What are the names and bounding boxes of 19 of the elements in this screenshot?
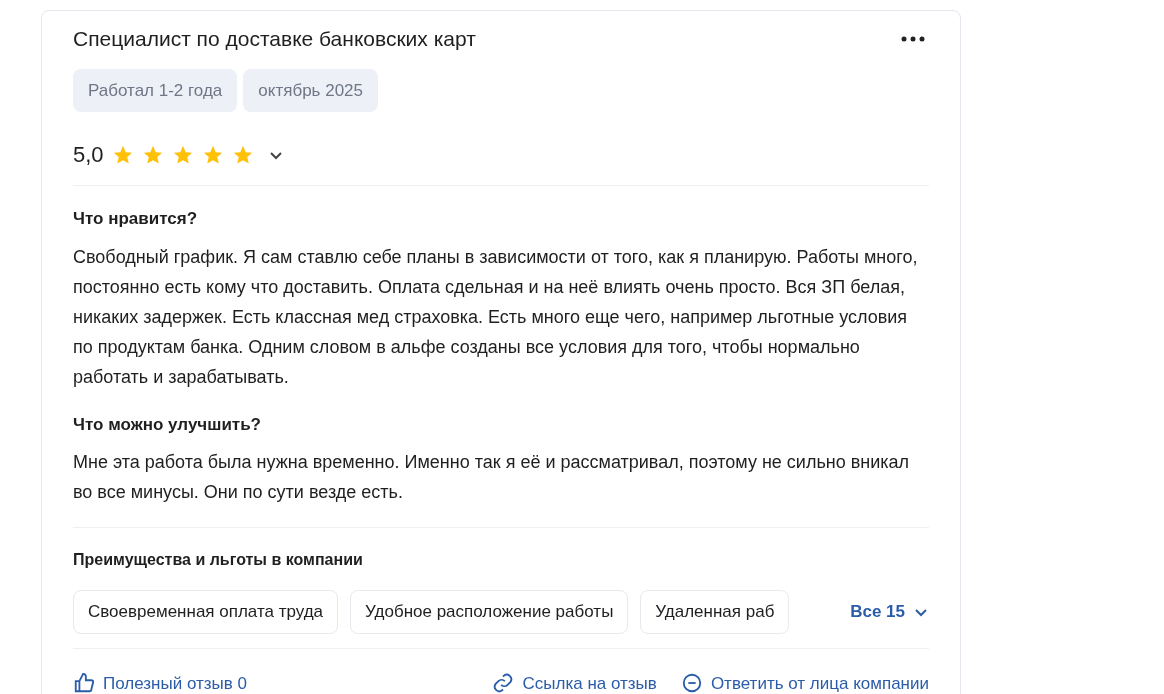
rating-value: 5,0 — [73, 141, 104, 169]
review-action-link[interactable]: Ответить от лица компании — [680, 670, 929, 694]
benefits-heading: Преимущества и льготы в компании — [73, 550, 364, 570]
show-all-benefits-button[interactable]: Все 15 — [850, 599, 929, 625]
review-tag: Работал 1-2 года — [73, 68, 238, 112]
section-heading: Что можно улучшить? — [73, 413, 262, 436]
more-icon — [901, 35, 925, 42]
review-tag: октябрь 2025 — [243, 68, 378, 112]
section-heading: Что нравится? — [73, 208, 199, 230]
thumbs-up-icon — [73, 672, 95, 694]
link-icon — [492, 672, 515, 694]
section-text: Мне эта работа была нужна временно. Именно так я её и рассматривал, поэтому не сильно вникал во все минусы. Они по сути везде есть. — [73, 451, 911, 504]
benefit-chip: Удаленная раб — [640, 590, 790, 634]
review-action-link[interactable]: Полезный отзыв 0 — [73, 670, 247, 694]
review-action-link[interactable]: Ссылка на отзыв — [492, 670, 657, 694]
review-title: Специалист по доставке банковских карт — [73, 26, 476, 52]
benefit-chip: Удобное расположение работы — [350, 590, 629, 634]
section-text: Свободный график. Я сам ставлю себе планы в зависимости от того, как я планирую. Работы много, постоянно есть кому что доставить. Оплата сдельная и на неё влиять очень просто. Вся ЗП белая, никаких задержек. Есть классная мед страховка. Есть много еще чего, например льготные условия по продуктам банка. Одним словом в альфе созданы все условия для того, чтобы нормально работать и зарабатывать. — [73, 245, 919, 389]
benefit-chip: Своевременная оплата труда — [73, 590, 339, 634]
